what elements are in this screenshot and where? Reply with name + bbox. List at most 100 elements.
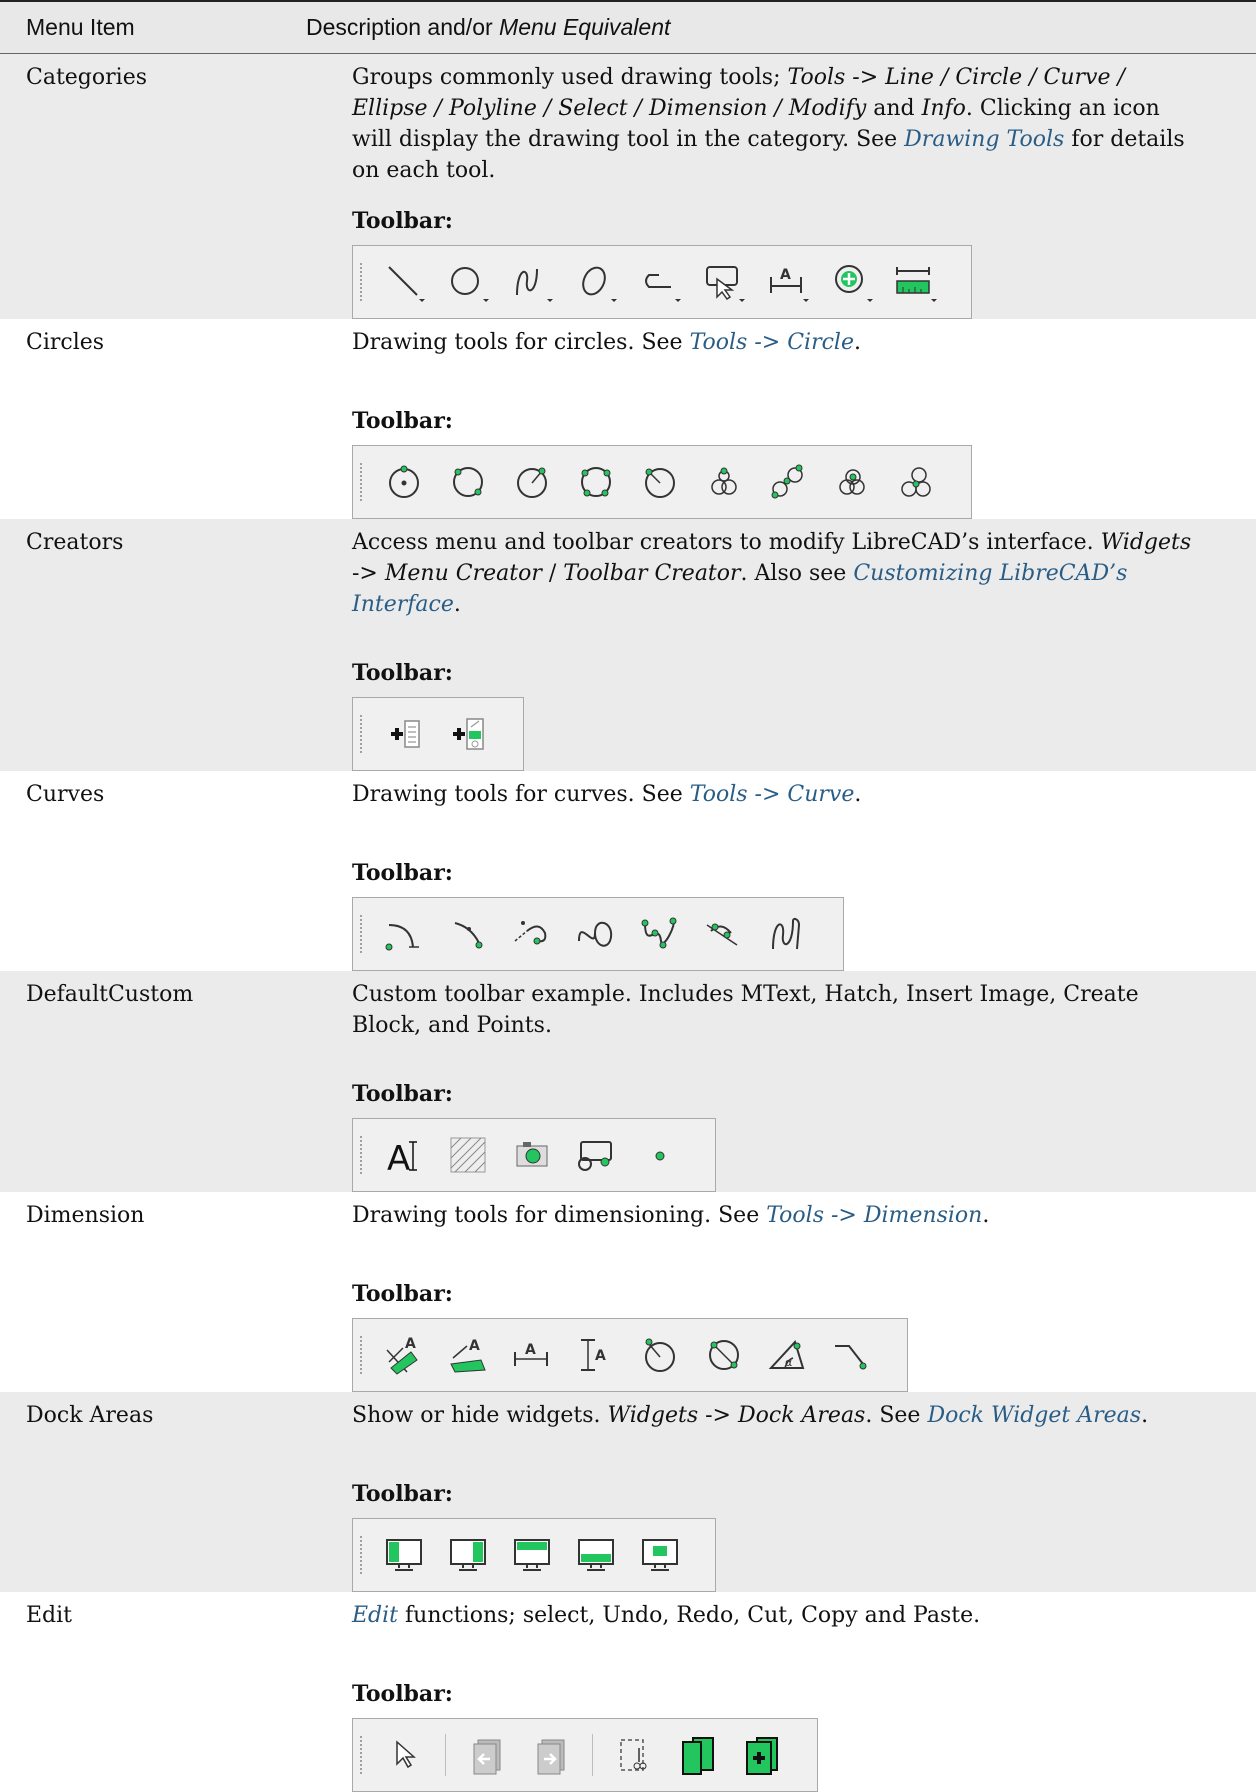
insert-image-icon[interactable] xyxy=(509,1132,555,1178)
menu-item-description: Drawing tools for dimensioning. See Tool… xyxy=(280,1192,1256,1392)
dock-top-icon[interactable] xyxy=(509,1532,555,1578)
dimension-icon[interactable]: A xyxy=(765,259,811,305)
arc-three-points-icon[interactable] xyxy=(445,911,491,957)
table-row: Categories Groups commonly used drawing … xyxy=(0,53,1256,319)
undo-icon[interactable] xyxy=(464,1732,510,1778)
arc-tangent-icon[interactable] xyxy=(509,911,555,957)
menu-item-name: Dimension xyxy=(26,1202,145,1228)
spline-through-points-icon[interactable] xyxy=(637,911,683,957)
drawing-tools-link[interactable]: Drawing Tools xyxy=(904,127,1064,152)
curve-icon[interactable] xyxy=(509,259,555,305)
select-icon[interactable] xyxy=(701,259,747,305)
redo-icon[interactable] xyxy=(528,1732,574,1778)
dock-bottom-icon[interactable] xyxy=(573,1532,619,1578)
menu-item-description: Custom toolbar example. Includes MText, … xyxy=(280,971,1256,1192)
circle-radius-icon[interactable] xyxy=(637,459,683,505)
toolbar-label: Toolbar: xyxy=(352,859,453,886)
modify-icon[interactable] xyxy=(829,259,875,305)
info-icon[interactable] xyxy=(893,259,939,305)
circles-toolbar xyxy=(352,444,972,519)
dock-right-icon[interactable] xyxy=(445,1532,491,1578)
description-text: Access menu and toolbar creators to modi… xyxy=(352,529,1192,617)
toolbar-separator xyxy=(592,1733,593,1776)
description-text: Groups commonly used drawing tools; Tool… xyxy=(352,64,1185,183)
menu-item-name: Curves xyxy=(26,781,105,807)
select-pointer-icon[interactable] xyxy=(381,1732,427,1778)
dimension-angular-icon[interactable]: α xyxy=(765,1332,811,1378)
ellipse-icon[interactable] xyxy=(573,259,619,305)
mtext-icon[interactable]: A xyxy=(381,1132,427,1178)
freehand-curve-icon[interactable] xyxy=(765,911,811,957)
arc-concentric-icon[interactable] xyxy=(701,911,747,957)
circle-tangent-three-icon[interactable] xyxy=(765,459,811,505)
toolbar-label: Toolbar: xyxy=(352,407,453,434)
toolbar-grip[interactable] xyxy=(359,461,363,502)
dimension-leader-icon[interactable] xyxy=(829,1332,875,1378)
svg-text:A: A xyxy=(405,1336,416,1352)
dimension-horizontal-icon[interactable]: A xyxy=(509,1332,555,1378)
circle-inscribed-icon[interactable] xyxy=(893,459,939,505)
description-text: Drawing tools for circles. See Tools -> … xyxy=(352,329,861,355)
toolbar-grip[interactable] xyxy=(359,1134,363,1175)
dock-left-icon[interactable] xyxy=(381,1532,427,1578)
tools-curve-link[interactable]: Tools -> Curve xyxy=(690,782,855,807)
menu-creator-icon[interactable] xyxy=(381,711,427,757)
table-row: Curves Drawing tools for curves. See Too… xyxy=(0,770,1256,971)
edit-toolbar xyxy=(352,1717,818,1792)
circle-three-points-icon[interactable] xyxy=(573,459,619,505)
table-row: Creators Access menu and toolbar creator… xyxy=(0,518,1256,771)
dimension-linear-icon[interactable]: A xyxy=(445,1332,491,1378)
toolbar-grip[interactable] xyxy=(359,1534,363,1575)
arc-center-icon[interactable] xyxy=(381,911,427,957)
description-text: Edit functions; select, Undo, Redo, Cut,… xyxy=(352,1602,981,1628)
paste-icon[interactable] xyxy=(739,1732,785,1778)
table-row: Dimension Drawing tools for dimensioning… xyxy=(0,1191,1256,1392)
svg-text:α: α xyxy=(785,1356,792,1369)
polyline-icon[interactable] xyxy=(637,259,683,305)
description-text: Drawing tools for dimensioning. See Tool… xyxy=(352,1202,990,1228)
header-menu-item: Menu Item xyxy=(26,13,135,40)
description-text: Custom toolbar example. Includes MText, … xyxy=(352,981,1139,1038)
hatch-icon[interactable] xyxy=(445,1132,491,1178)
menu-item-description: Edit functions; select, Undo, Redo, Cut,… xyxy=(280,1592,1256,1792)
menu-item-name: Circles xyxy=(26,329,105,355)
menu-item-name: Dock Areas xyxy=(26,1402,154,1428)
dock-floating-icon[interactable] xyxy=(637,1532,683,1578)
dock-widget-areas-link[interactable]: Dock Widget Areas xyxy=(927,1403,1141,1428)
circle-tangent-two-icon[interactable] xyxy=(701,459,747,505)
categories-toolbar: A xyxy=(352,244,972,319)
menu-item-name: DefaultCustom xyxy=(26,981,194,1007)
spline-icon[interactable] xyxy=(573,911,619,957)
cut-icon[interactable] xyxy=(611,1732,657,1778)
dimension-diametric-icon[interactable] xyxy=(701,1332,747,1378)
menu-item-description: Groups commonly used drawing tools; Tool… xyxy=(280,53,1256,319)
toolbar-creator-icon[interactable] xyxy=(445,711,491,757)
svg-text:A: A xyxy=(780,267,791,283)
point-icon[interactable] xyxy=(637,1132,683,1178)
edit-link[interactable]: Edit xyxy=(352,1603,398,1628)
toolbar-grip[interactable] xyxy=(359,713,363,754)
copy-icon[interactable] xyxy=(675,1732,721,1778)
toolbar-grip[interactable] xyxy=(359,1334,363,1375)
circle-icon[interactable] xyxy=(445,259,491,305)
table-row: Dock Areas Show or hide widgets. Widgets… xyxy=(0,1391,1256,1592)
circle-center-point-icon[interactable] xyxy=(381,459,427,505)
toolbar-grip[interactable] xyxy=(359,261,363,302)
dimension-radial-icon[interactable] xyxy=(637,1332,683,1378)
table-row: DefaultCustom Custom toolbar example. In… xyxy=(0,970,1256,1192)
circle-concentric-icon[interactable] xyxy=(829,459,875,505)
toolbar-label: Toolbar: xyxy=(352,1080,453,1107)
dimension-vertical-icon[interactable]: A xyxy=(573,1332,619,1378)
toolbar-label: Toolbar: xyxy=(352,1280,453,1307)
menu-toolbar-table: Menu Item Description and/or Menu Equiva… xyxy=(0,0,1256,1792)
toolbar-label: Toolbar: xyxy=(352,659,453,686)
tools-dimension-link[interactable]: Tools -> Dimension xyxy=(766,1203,982,1228)
tools-circle-link[interactable]: Tools -> Circle xyxy=(690,330,854,355)
toolbar-grip[interactable] xyxy=(359,913,363,954)
dimension-aligned-icon[interactable]: A xyxy=(381,1332,427,1378)
circle-center-radius-icon[interactable] xyxy=(509,459,555,505)
create-block-icon[interactable] xyxy=(573,1132,619,1178)
circle-two-points-icon[interactable] xyxy=(445,459,491,505)
toolbar-grip[interactable] xyxy=(359,1734,363,1775)
line-icon[interactable] xyxy=(381,259,427,305)
